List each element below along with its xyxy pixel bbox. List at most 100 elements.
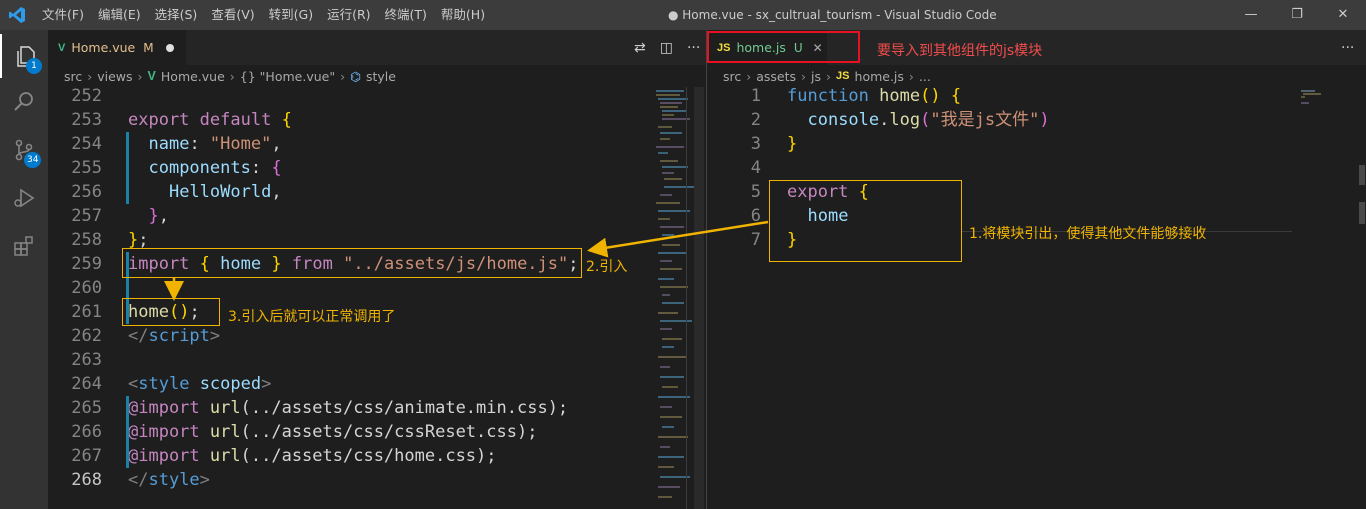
editor-actions-right: ··· <box>1327 30 1354 65</box>
breadcrumb-item[interactable]: views <box>97 69 132 84</box>
activity-run-debug[interactable] <box>0 176 48 220</box>
explorer-badge: 1 <box>26 58 42 74</box>
editor-actions-left: ⇄ ◫ ··· <box>620 30 700 65</box>
minimap-border <box>686 87 687 509</box>
code-line[interactable]: 260 <box>48 276 706 300</box>
window-title: ● Home.vue - sx_cultrual_tourism - Visua… <box>668 8 997 22</box>
minimize-button[interactable]: — <box>1228 0 1274 30</box>
open-changes-icon[interactable]: ⇄ <box>634 40 646 56</box>
tab-home-vue[interactable]: V Home.vue M <box>48 30 186 65</box>
menu-go[interactable]: 转到(G) <box>269 0 313 30</box>
more-actions-icon[interactable]: ··· <box>1341 40 1354 56</box>
breadcrumb-item[interactable]: Home.vue <box>161 69 225 84</box>
code-text: export default { <box>128 110 292 130</box>
line-number: 261 <box>71 302 102 322</box>
breadcrumb-item[interactable]: js <box>811 69 821 84</box>
code-line[interactable]: 262 </script> <box>48 324 706 348</box>
line-number: 252 <box>71 86 102 106</box>
export-highlight-box <box>769 180 962 262</box>
menu-run[interactable]: 运行(R) <box>327 0 370 30</box>
breadcrumb-item[interactable]: assets <box>756 69 796 84</box>
code-text: </style> <box>128 470 210 490</box>
code-line[interactable]: 253 export default { <box>48 108 706 132</box>
line-number: 265 <box>71 398 102 418</box>
menu-terminal[interactable]: 终端(T) <box>385 0 427 30</box>
code-line[interactable]: 4 <box>707 156 1366 180</box>
line-number: 257 <box>71 206 102 226</box>
line-number: 268 <box>71 470 102 490</box>
code-line[interactable]: 265 @import url(../assets/css/animate.min… <box>48 396 706 420</box>
activity-source-control[interactable]: 34 <box>0 128 48 172</box>
line-number: 264 <box>71 374 102 394</box>
code-line[interactable]: 257 }, <box>48 204 706 228</box>
code-line[interactable]: 252 <box>48 84 706 108</box>
extensions-icon <box>14 236 33 256</box>
menu-file[interactable]: 文件(F) <box>42 0 84 30</box>
minimap-left[interactable] <box>644 87 698 509</box>
run-debug-icon <box>14 188 35 208</box>
line-number: 253 <box>71 110 102 130</box>
activity-search[interactable] <box>0 80 48 124</box>
close-button[interactable]: ✕ <box>1320 0 1366 30</box>
breadcrumb-item[interactable]: ... <box>919 69 931 84</box>
call-highlight-box <box>122 298 220 326</box>
line-number: 4 <box>750 158 761 178</box>
line-number: 1 <box>750 86 761 106</box>
menu-view[interactable]: 查看(V) <box>211 0 254 30</box>
line-number: 260 <box>71 278 102 298</box>
vertical-scrollbar-left[interactable] <box>694 87 704 509</box>
search-icon <box>14 92 33 111</box>
code-line[interactable]: 264 <style scoped> <box>48 372 706 396</box>
menu-selection[interactable]: 选择(S) <box>155 0 198 30</box>
code-line[interactable]: 254 name: "Home", <box>48 132 706 156</box>
minimap-right[interactable] <box>1299 87 1339 127</box>
activity-extensions[interactable] <box>0 224 48 268</box>
code-text: function home() { <box>787 86 962 106</box>
modified-status: M <box>143 40 154 55</box>
scrollbar-thumb[interactable] <box>1359 202 1365 224</box>
js-file-icon: JS <box>836 70 850 82</box>
style-symbol-icon: ⌬ <box>350 68 361 84</box>
annotation-module: 要导入到其他组件的js模块 <box>877 43 1043 59</box>
split-editor-icon[interactable]: ◫ <box>660 40 673 56</box>
breadcrumb-item[interactable]: src <box>723 69 741 84</box>
code-line[interactable]: 263 <box>48 348 706 372</box>
code-line[interactable]: 268 </style> <box>48 468 706 492</box>
vscode-logo-icon <box>9 7 25 23</box>
line-number: 263 <box>71 350 102 370</box>
line-number: 5 <box>750 182 761 202</box>
code-text: </script> <box>128 326 221 346</box>
more-actions-icon[interactable]: ··· <box>687 40 700 56</box>
code-line[interactable]: 3} <box>707 132 1366 156</box>
scrollbar-thumb[interactable] <box>1359 165 1365 185</box>
code-line[interactable]: 1 function home() { <box>707 84 1366 108</box>
gutter-change-marker <box>126 180 129 204</box>
line-number: 7 <box>750 230 761 250</box>
code-text: @import url(../assets/css/home.css); <box>128 446 497 466</box>
code-text: } <box>787 134 798 154</box>
breadcrumb-item[interactable]: style <box>366 69 396 84</box>
line-number: 6 <box>750 206 761 226</box>
vue-file-icon: V <box>58 41 66 54</box>
vue-file-icon: V <box>147 69 156 83</box>
line-number: 262 <box>71 326 102 346</box>
restore-button[interactable]: ❐ <box>1274 0 1320 30</box>
breadcrumb-item[interactable]: {} "Home.vue" <box>240 69 335 84</box>
menu-help[interactable]: 帮助(H) <box>441 0 485 30</box>
activity-bar: 1 34 <box>0 30 48 509</box>
annotation-call: 3.引入后就可以正常调用了 <box>228 309 396 325</box>
code-line[interactable]: 255 components: { <box>48 156 706 180</box>
line-number: 3 <box>750 134 761 154</box>
breadcrumb-item[interactable]: home.js <box>855 69 904 84</box>
unsaved-dot-icon[interactable] <box>165 43 174 52</box>
breadcrumb-item[interactable]: src <box>64 69 82 84</box>
line-number: 254 <box>71 134 102 154</box>
code-line[interactable]: 266 @import url(../assets/css/cssReset.cs… <box>48 420 706 444</box>
activity-explorer[interactable]: 1 <box>0 34 48 78</box>
code-text: }, <box>148 206 169 226</box>
code-line[interactable]: 267 @import url(../assets/css/home.css); <box>48 444 706 468</box>
menu-edit[interactable]: 编辑(E) <box>98 0 141 30</box>
code-line[interactable]: 2 console.log("我是js文件") <box>707 108 1366 132</box>
code-text: @import url(../assets/css/animate.min.cs… <box>128 398 569 418</box>
code-line[interactable]: 256 HelloWorld, <box>48 180 706 204</box>
